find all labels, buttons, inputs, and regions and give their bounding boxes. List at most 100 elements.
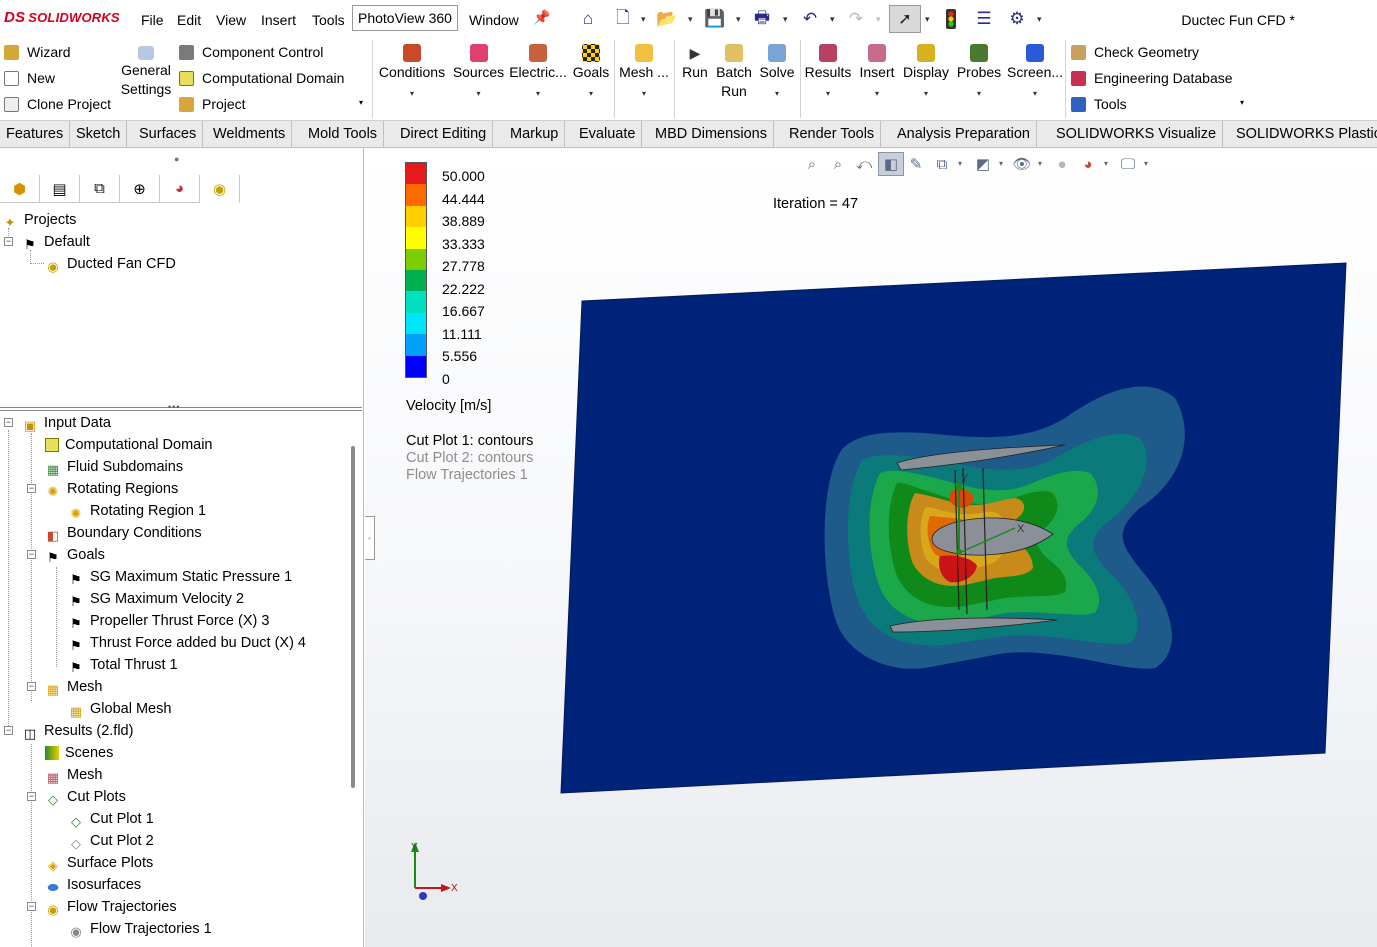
tree-input-data[interactable]: ▣ Input Data (22, 412, 111, 434)
wizard-button[interactable]: Wizard (4, 44, 71, 60)
tree-goal-max-static-pressure[interactable]: ⚑ SG Maximum Static Pressure 1 (68, 566, 292, 588)
general-settings-button[interactable]: General Settings (120, 46, 172, 99)
open-dropdown-icon[interactable]: ▾ (688, 14, 693, 25)
undo-icon[interactable]: ↶ (799, 8, 821, 30)
collapse-toggle[interactable]: − (4, 418, 13, 427)
tab-surfaces[interactable]: Surfaces (133, 121, 204, 147)
menu-view[interactable]: View (216, 12, 246, 28)
cut-plot-1-render[interactable]: X Y Y X (365, 148, 1377, 947)
tree-projects[interactable]: ✦ Projects (2, 209, 77, 231)
collapse-toggle[interactable]: − (27, 902, 36, 911)
mesh-button[interactable]: Mesh ... ▾ (617, 44, 671, 103)
tab-markup[interactable]: Markup (504, 121, 566, 147)
flow-simulation-icon[interactable]: ◉ (200, 175, 240, 203)
batch-run-button[interactable]: Batch Run (713, 44, 755, 101)
redo-dropdown-icon[interactable]: ▾ (876, 14, 881, 25)
menu-edit[interactable]: Edit (177, 12, 201, 28)
undo-dropdown-icon[interactable]: ▾ (830, 14, 835, 25)
select-dropdown-icon[interactable]: ▾ (925, 14, 930, 25)
menu-file[interactable]: File (141, 12, 164, 28)
collapse-toggle[interactable]: − (4, 726, 13, 735)
tab-weldments[interactable]: Weldments (207, 121, 293, 147)
tree-goal-duct-thrust[interactable]: ⚑ Thrust Force added bu Duct (X) 4 (68, 632, 306, 654)
solidworks-logo[interactable]: DS SOLIDWORKS (4, 9, 120, 26)
menu-window[interactable]: Window (469, 12, 519, 28)
tab-solidworks-visualize[interactable]: SOLIDWORKS Visualize (1050, 121, 1224, 147)
collapse-toggle[interactable]: − (27, 550, 36, 559)
tools-button[interactable]: Tools (1071, 96, 1127, 112)
electric-button[interactable]: Electric... ▾ (508, 44, 568, 103)
menu-tools[interactable]: Tools (312, 12, 345, 28)
tree-results[interactable]: ◫ Results (2.fld) (22, 720, 134, 742)
property-manager-icon[interactable]: ▤ (40, 175, 80, 203)
new-dropdown-icon[interactable]: ▾ (641, 14, 646, 25)
tree-boundary-conditions[interactable]: ◧ Boundary Conditions (45, 522, 202, 544)
tree-surface-plots[interactable]: ◈ Surface Plots (45, 852, 153, 874)
insert-button[interactable]: Insert ▾ (855, 44, 899, 103)
results-button[interactable]: Results ▾ (803, 44, 853, 103)
tree-results-mesh[interactable]: ▦ Mesh (45, 764, 103, 786)
feature-manager-icon[interactable]: ⬢ (0, 175, 40, 203)
tree-cut-plots[interactable]: ◇ Cut Plots (45, 786, 126, 808)
computational-domain-button[interactable]: Computational Domain (179, 70, 344, 86)
home-icon[interactable]: ⌂ (577, 8, 599, 30)
collapse-toggle[interactable]: − (27, 682, 36, 691)
tab-features[interactable]: Features (0, 121, 71, 147)
new-document-icon[interactable]: 🗋 (612, 8, 634, 30)
sources-button[interactable]: Sources ▾ (452, 44, 505, 103)
tree-flow-trajectories-1[interactable]: ◉ Flow Trajectories 1 (68, 918, 211, 940)
graphics-viewport[interactable]: ⌕ ⌕ ⤺ ◧ ✎ ⧉ ▾ ◩ ▾ 👁 ▾ ● ◕ ▾ 🖵 ▾ 50.000 44… (365, 148, 1377, 947)
print-dropdown-icon[interactable]: ▾ (783, 14, 788, 25)
view-triad[interactable]: Y X (411, 842, 458, 900)
solve-button[interactable]: Solve ▾ (757, 44, 797, 103)
tree-fluid-subdomains[interactable]: ▦ Fluid Subdomains (45, 456, 183, 478)
dimxpert-icon[interactable]: ⊕ (120, 175, 160, 203)
save-icon[interactable]: 💾 (704, 8, 726, 30)
open-icon[interactable]: 📂 (656, 8, 678, 30)
check-geometry-button[interactable]: Check Geometry (1071, 44, 1199, 60)
options-gear-icon[interactable]: ⚙ (1006, 8, 1028, 30)
project-button[interactable]: Project (179, 96, 246, 112)
tree-computational-domain[interactable]: Computational Domain (45, 434, 213, 456)
menu-photoview-360[interactable]: PhotoView 360 (352, 5, 458, 31)
options-dropdown-icon[interactable]: ▾ (1037, 14, 1042, 25)
tree-ducted-fan-cfd[interactable]: ◉ Ducted Fan CFD (45, 253, 175, 275)
traffic-light-icon[interactable] (940, 8, 962, 30)
tree-cut-plot-2[interactable]: ◇ Cut Plot 2 (68, 830, 154, 852)
tree-goals[interactable]: ⚑ Goals (45, 544, 105, 566)
save-dropdown-icon[interactable]: ▾ (736, 14, 741, 25)
screen-button[interactable]: Screen... ▾ (1007, 44, 1063, 103)
tab-evaluate[interactable]: Evaluate (573, 121, 643, 147)
panel-collapse-handle[interactable]: ◦ (365, 516, 375, 560)
collapse-toggle[interactable]: − (27, 792, 36, 801)
tree-isosurfaces[interactable]: ⬬ Isosurfaces (45, 874, 141, 896)
display-button[interactable]: Display ▾ (901, 44, 951, 103)
tree-cut-plot-1[interactable]: ◇ Cut Plot 1 (68, 808, 154, 830)
tree-goal-total-thrust[interactable]: ⚑ Total Thrust 1 (68, 654, 177, 676)
tab-analysis-preparation[interactable]: Analysis Preparation (891, 121, 1037, 147)
print-icon[interactable]: 🖶 (751, 8, 773, 30)
redo-icon[interactable]: ↷ (845, 8, 867, 30)
component-control-button[interactable]: Component Control (179, 44, 323, 60)
new-project-button[interactable]: New (4, 70, 55, 86)
panel-splitter[interactable]: ••• (0, 402, 362, 412)
tab-sketch[interactable]: Sketch (70, 121, 128, 147)
conditions-button[interactable]: Conditions ▾ (376, 44, 448, 103)
tab-render-tools[interactable]: Render Tools (783, 121, 882, 147)
tree-goal-max-velocity[interactable]: ⚑ SG Maximum Velocity 2 (68, 588, 244, 610)
tree-mesh[interactable]: ▦ Mesh (45, 676, 103, 698)
probes-button[interactable]: Probes ▾ (954, 44, 1004, 103)
display-manager-icon[interactable]: ◕ (160, 175, 200, 203)
file-properties-icon[interactable]: ☰ (973, 8, 995, 30)
collapse-toggle[interactable]: − (27, 484, 36, 493)
tree-flow-trajectories[interactable]: ◉ Flow Trajectories (45, 896, 176, 918)
goals-button[interactable]: Goals ▾ (571, 44, 611, 103)
clone-project-button[interactable]: Clone Project (4, 96, 111, 112)
run-button[interactable]: ▶ Run (678, 44, 712, 82)
select-arrow-icon[interactable]: ➚ (889, 5, 921, 33)
menu-insert[interactable]: Insert (261, 12, 296, 28)
tree-rotating-region-1[interactable]: ✺ Rotating Region 1 (68, 500, 207, 522)
project-dropdown-icon[interactable]: ▾ (359, 98, 363, 107)
tree-scenes[interactable]: Scenes (45, 742, 113, 764)
pin-icon[interactable]: 📌 (533, 9, 550, 26)
